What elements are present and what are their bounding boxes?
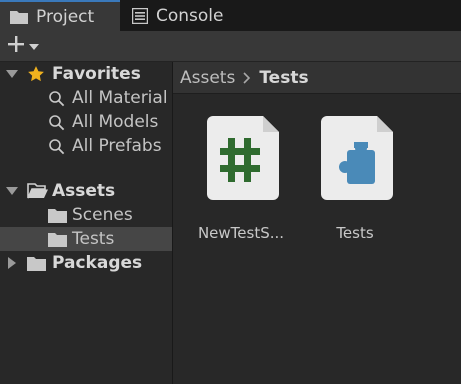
asset-name: Tests (336, 224, 374, 242)
tree-label-favorites: Favorites (52, 64, 141, 84)
collapse-arrow-icon[interactable] (7, 257, 17, 269)
tree-row-assets[interactable]: Assets (0, 179, 172, 203)
tree-label: Scenes (72, 205, 133, 225)
tree-label: All Material (72, 88, 168, 108)
folder-icon (27, 256, 46, 271)
tree-item-tests[interactable]: Tests (0, 227, 172, 251)
tree-row-favorites[interactable]: Favorites (0, 62, 172, 86)
tree-item-all-models[interactable]: All Models (0, 110, 172, 134)
search-icon (48, 114, 65, 131)
tab-console[interactable]: Console (122, 0, 262, 31)
search-icon (48, 90, 65, 107)
tree-item-all-prefabs[interactable]: All Prefabs (0, 134, 172, 158)
tab-project-label: Project (36, 6, 95, 27)
breadcrumb-tests[interactable]: Tests (259, 68, 308, 88)
asset-grid: NewTestS... Tests (173, 94, 461, 384)
folder-open-icon (27, 183, 49, 199)
expand-arrow-icon[interactable] (6, 69, 18, 79)
console-icon (132, 7, 148, 24)
tree-item-scenes[interactable]: Scenes (0, 203, 172, 227)
tab-console-label: Console (156, 5, 224, 26)
breadcrumb-assets[interactable]: Assets (180, 68, 235, 88)
tab-bar: Project Console (0, 0, 461, 31)
tab-project[interactable]: Project (0, 0, 120, 31)
assembly-definition-icon (321, 114, 395, 207)
project-tree: Favorites All Material All Models All Pr… (0, 62, 172, 384)
asset-name: NewTestS... (197, 224, 285, 242)
create-dropdown-button[interactable] (6, 35, 46, 57)
tree-label: All Models (72, 112, 159, 132)
folder-icon (10, 10, 28, 24)
search-icon (48, 138, 65, 155)
csharp-script-icon (207, 114, 281, 207)
star-icon (27, 65, 45, 83)
plus-icon (6, 34, 26, 59)
chevron-right-icon (243, 71, 251, 84)
tree-item-all-material[interactable]: All Material (0, 86, 172, 110)
tree-label: Tests (72, 229, 115, 249)
expand-arrow-icon[interactable] (6, 186, 18, 196)
tree-label-assets: Assets (52, 181, 116, 201)
folder-icon (48, 232, 67, 247)
project-toolbar (0, 31, 461, 62)
breadcrumb: Assets Tests (173, 62, 461, 94)
tree-row-packages[interactable]: Packages (0, 251, 172, 275)
folder-icon (48, 208, 67, 223)
tree-label-packages: Packages (52, 253, 143, 273)
chevron-down-icon (29, 36, 39, 56)
tree-label: All Prefabs (72, 136, 162, 156)
